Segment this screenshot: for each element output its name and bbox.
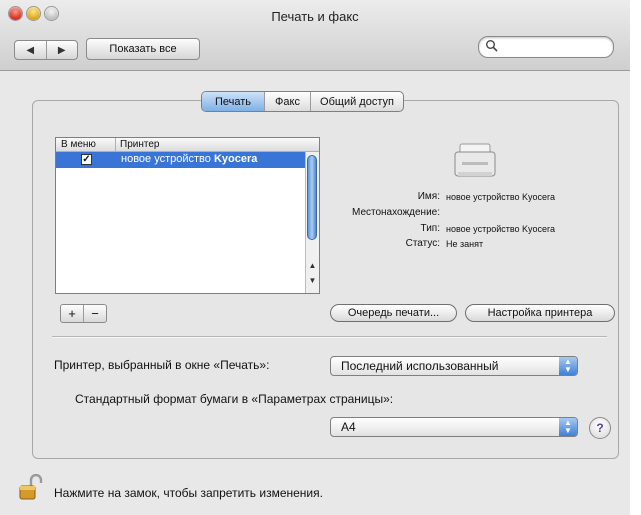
status-label: Статус:	[405, 238, 440, 249]
show-all-button[interactable]: Показать все	[86, 38, 200, 60]
list-header: В меню Принтер	[56, 138, 319, 152]
add-remove-control: + −	[60, 304, 107, 323]
paper-size-select[interactable]: A4 ▲ ▼	[330, 417, 578, 437]
selected-printer-value: Последний использованный	[341, 359, 499, 373]
help-button[interactable]: ?	[589, 417, 611, 439]
tab-fax[interactable]: Факс	[265, 92, 311, 111]
tab-bar: Печать Факс Общий доступ	[201, 91, 404, 112]
column-printer[interactable]: Принтер	[120, 139, 159, 150]
window: Печать и факс ◀ ▶ Показать все Печать Фа…	[0, 0, 630, 515]
in-menu-checkbox[interactable]: ✓	[81, 154, 92, 165]
search-icon	[486, 40, 498, 52]
paper-size-label: Стандартный формат бумаги в «Параметрах …	[75, 392, 394, 406]
lock-icon[interactable]	[17, 474, 45, 502]
location-label: Местонахождение:	[352, 207, 440, 218]
forward-arrow-icon[interactable]: ▶	[47, 41, 78, 59]
tab-print[interactable]: Печать	[202, 92, 265, 111]
column-in-menu[interactable]: В меню	[61, 139, 96, 150]
type-value: новое устройство Kyocera	[446, 224, 556, 234]
search-field[interactable]	[478, 36, 614, 58]
list-scrollbar[interactable]: ▲ ▼	[305, 152, 319, 293]
printer-icon	[454, 143, 496, 177]
status-value: Не занят	[446, 239, 484, 249]
remove-printer-button[interactable]: −	[84, 305, 106, 322]
lock-hint-text: Нажмите на замок, чтобы запретить измене…	[54, 486, 323, 500]
printer-name: новое устройство Kyocera	[121, 153, 258, 165]
scroll-down-arrow-icon[interactable]: ▼	[306, 274, 319, 287]
selected-printer-label: Принтер, выбранный в окне «Печать»:	[54, 358, 270, 372]
back-forward-control: ◀ ▶	[14, 40, 78, 60]
window-title: Печать и факс	[271, 9, 359, 24]
add-printer-button[interactable]: +	[61, 305, 84, 322]
name-value: новое устройство Kyocera	[446, 192, 556, 202]
back-arrow-icon[interactable]: ◀	[15, 41, 47, 59]
printer-row[interactable]: ✓ новое устройство Kyocera	[56, 152, 306, 168]
name-label: Имя:	[417, 191, 440, 202]
printer-list[interactable]: В меню Принтер ✓ новое устройство Kyocer…	[55, 137, 320, 294]
title-bar: Печать и факс ◀ ▶ Показать все	[0, 0, 630, 71]
popup-arrows-icon: ▲ ▼	[559, 418, 577, 436]
paper-size-value: A4	[341, 420, 356, 434]
popup-arrows-icon: ▲ ▼	[559, 357, 577, 375]
selected-printer-select[interactable]: Последний использованный ▲ ▼	[330, 356, 578, 376]
printer-setup-button[interactable]: Настройка принтера	[465, 304, 615, 322]
scrollbar-thumb[interactable]	[307, 155, 317, 240]
section-divider	[52, 336, 607, 338]
tab-sharing[interactable]: Общий доступ	[311, 92, 403, 111]
column-divider	[115, 138, 116, 151]
scroll-up-arrow-icon[interactable]: ▲	[306, 259, 319, 272]
print-queue-button[interactable]: Очередь печати...	[330, 304, 457, 322]
type-label: Тип:	[420, 223, 440, 234]
